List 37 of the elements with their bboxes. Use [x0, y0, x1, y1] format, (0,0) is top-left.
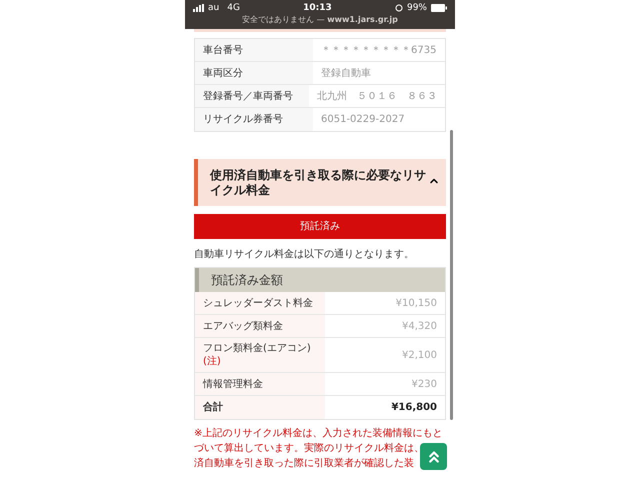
table-value: 登録自動車 [320, 66, 372, 80]
fee-value: ¥10,150 [396, 296, 437, 310]
note-text: づいて算出しています。実際のリサイクル料金は、 [194, 442, 424, 456]
table-label: 車両区分 [195, 62, 313, 84]
table-label: 車台番号 [195, 39, 313, 61]
battery-icon [430, 4, 447, 12]
alarm-icon [394, 4, 403, 12]
fee-value: ¥4,320 [402, 320, 437, 334]
scrollbar[interactable] [450, 130, 453, 420]
table-value: 北九州 ５０１６ ８６３ [316, 90, 438, 104]
fee-value: ¥16,800 [391, 401, 437, 415]
table-value: ＊＊＊＊＊＊＊＊＊6735 [320, 44, 438, 58]
note-text: ※上記のリサイクル料金は、入力された装備情報にもと [194, 426, 442, 441]
clock: 10:13 [303, 2, 332, 14]
scroll-top-button[interactable] [420, 443, 447, 470]
fee-label: 情報管理料金 [203, 378, 264, 390]
intro-text: 自動車リサイクル料金は以下の通りとなります。 [194, 248, 415, 261]
section-header[interactable]: 使用済自動車を引き取る際に必要なリサイクル料金 [194, 159, 446, 206]
fee-label: エアバッグ類料金 [203, 320, 284, 332]
carrier-label: au [208, 2, 220, 14]
note-mark[interactable]: (注) [203, 355, 317, 368]
fee-value: ¥230 [412, 378, 437, 392]
table-label: リサイクル券番号 [195, 108, 313, 131]
signal-icon [193, 4, 204, 12]
section-title: 使用済自動車を引き取る際に必要なリサイクル料金 [210, 168, 427, 198]
address-text[interactable]: 安全ではありません — www1.jars.gr.jp [193, 14, 447, 26]
status-button[interactable]: 預託済み [194, 214, 446, 239]
network-label: 4G [227, 2, 240, 14]
fee-label: シュレッダーダスト料金 [203, 296, 314, 310]
fee-value: ¥2,100 [402, 348, 437, 362]
fee-label: フロン類料金(エアコン) [203, 342, 312, 355]
battery-percent: 99% [406, 2, 427, 14]
table-label: 登録番号／車両番号 [195, 85, 309, 107]
fee-table-heading: 預託済み金額 [195, 268, 445, 292]
table-value: 6051-0229-2027 [320, 113, 406, 127]
note-text: 済自動車を引き取った際に引取業者が確認した装 [194, 456, 414, 471]
fee-label: 合計 [203, 401, 224, 414]
